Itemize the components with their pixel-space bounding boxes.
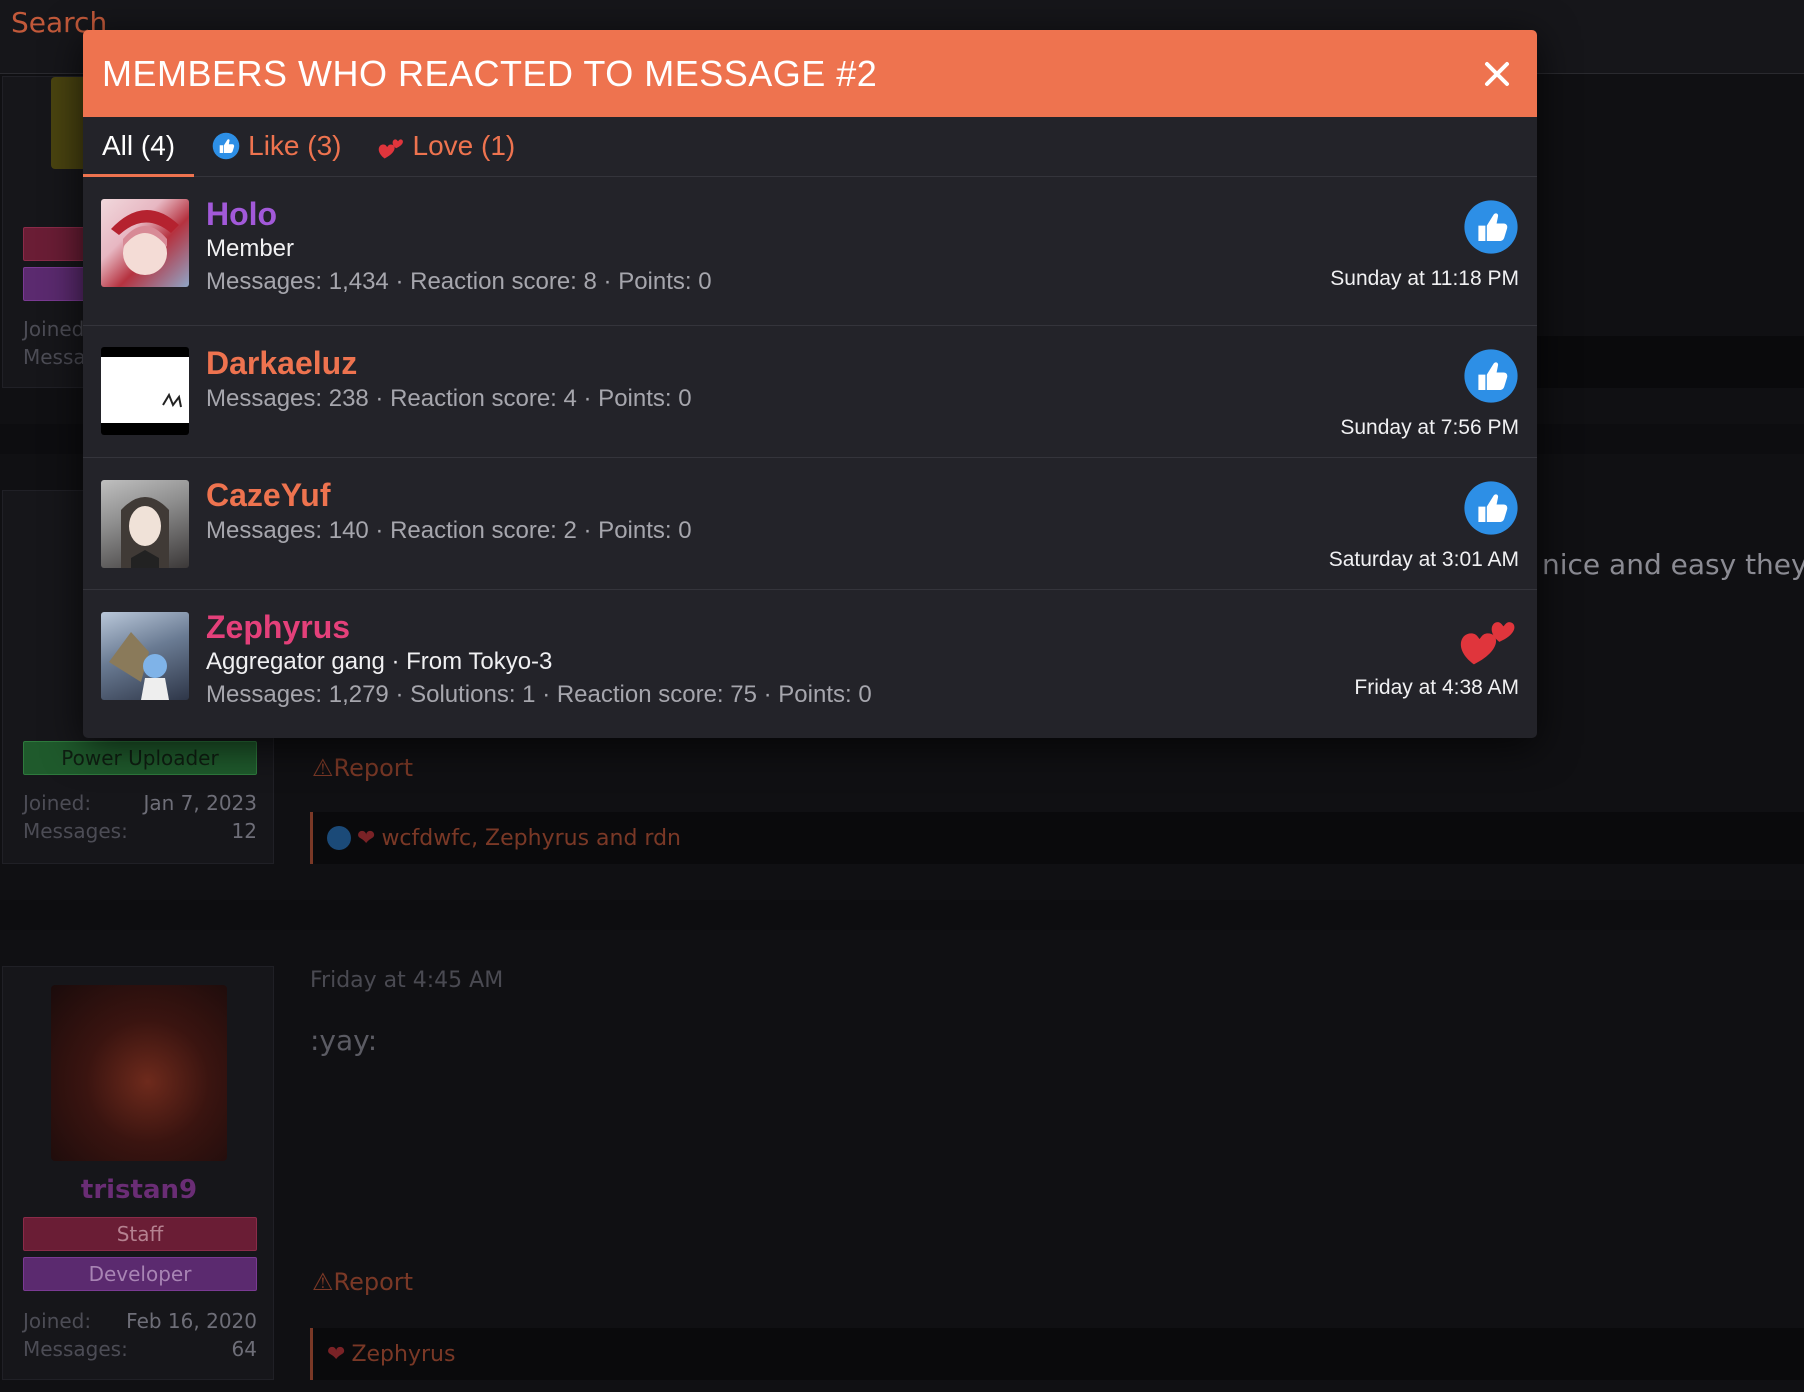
user-meta: Joined: Jan 7, 2023 Messages: 12	[23, 791, 257, 843]
reactions-summary[interactable]: ❤ wcfdwfc, Zephyrus and rdn	[310, 812, 1804, 864]
list-item: Zephyrus Aggregator gang · From Tokyo-3 …	[83, 590, 1537, 738]
love-icon: ❤	[327, 1341, 346, 1367]
modal-title: MEMBERS WHO REACTED TO MESSAGE #2	[102, 52, 878, 94]
post-timestamp[interactable]: Friday at 4:45 AM	[310, 968, 503, 993]
list-item: Holo Member Messages: 1,434 · Reaction s…	[83, 177, 1537, 326]
tab-love[interactable]: Love (1)	[361, 116, 535, 176]
warning-icon: ⚠	[312, 754, 334, 782]
member-info: CazeYuf Messages: 140 · Reaction score: …	[206, 476, 692, 548]
like-icon	[1463, 348, 1519, 408]
close-icon[interactable]	[1477, 54, 1517, 94]
report-link[interactable]: ⚠Report	[312, 1268, 413, 1296]
tab-label: Like (3)	[248, 130, 342, 161]
user-stats: Messages: 1,434 · Reaction score: 8 · Po…	[206, 268, 712, 295]
avatar[interactable]	[101, 612, 189, 700]
member-list: Holo Member Messages: 1,434 · Reaction s…	[83, 177, 1537, 738]
avatar[interactable]	[101, 480, 189, 568]
username[interactable]: CazeYuf	[206, 476, 692, 514]
username[interactable]: Holo	[206, 195, 712, 233]
avatar[interactable]	[51, 985, 227, 1161]
user-meta: Joined: Feb 16, 2020 Messages: 64	[23, 1309, 257, 1361]
reaction-info: Friday at 4:38 AM	[1354, 610, 1519, 700]
username[interactable]: Darkaeluz	[206, 344, 692, 382]
reaction-info: Sunday at 7:56 PM	[1340, 348, 1519, 440]
badge-developer: Developer	[23, 1257, 257, 1291]
tab-label: Love (1)	[412, 130, 516, 161]
tab-all[interactable]: All (4)	[83, 116, 195, 177]
list-item: CazeYuf Messages: 140 · Reaction score: …	[83, 458, 1537, 590]
love-icon	[1457, 610, 1519, 672]
reactions-summary[interactable]: ❤ Zephyrus	[310, 1328, 1804, 1380]
like-icon	[212, 132, 240, 160]
modal-header: MEMBERS WHO REACTED TO MESSAGE #2	[83, 30, 1537, 117]
divider	[0, 900, 1804, 930]
member-info: Darkaeluz Messages: 238 · Reaction score…	[206, 344, 692, 416]
user-stats: Messages: 140 · Reaction score: 2 · Poin…	[206, 517, 692, 544]
tab-label: All (4)	[102, 130, 176, 161]
reaction-tabs: All (4) Like (3) Love (1)	[83, 117, 1537, 177]
badge-staff: Staff	[23, 1217, 257, 1251]
user-title: Member	[206, 235, 295, 262]
reaction-time[interactable]: Saturday at 3:01 AM	[1329, 548, 1519, 572]
reaction-time[interactable]: Sunday at 7:56 PM	[1340, 416, 1519, 440]
username[interactable]: tristan9	[3, 1175, 275, 1205]
username[interactable]: Zephyrus	[206, 608, 872, 646]
report-link[interactable]: ⚠Report	[312, 754, 413, 782]
user-stats: Messages: 1,279 · Solutions: 1 · Reactio…	[206, 681, 872, 708]
member-info: Holo Member Messages: 1,434 · Reaction s…	[206, 195, 712, 299]
reactions-modal: MEMBERS WHO REACTED TO MESSAGE #2 All (4…	[83, 30, 1537, 738]
warning-icon: ⚠	[312, 1268, 334, 1296]
love-icon: ❤	[357, 825, 376, 851]
post-3-user-column: tristan9 Staff Developer Joined: Feb 16, …	[2, 966, 274, 1380]
love-icon	[377, 132, 405, 160]
post-body-text: :yay:	[310, 1024, 378, 1057]
like-icon	[1463, 480, 1519, 540]
tab-like[interactable]: Like (3)	[194, 116, 360, 176]
reaction-time[interactable]: Friday at 4:38 AM	[1354, 676, 1519, 700]
like-icon	[1463, 199, 1519, 259]
user-stats: Messages: 238 · Reaction score: 4 · Poin…	[206, 385, 692, 412]
post-body-text: nice and easy they w	[1542, 548, 1804, 581]
badge-power-uploader: Power Uploader	[23, 741, 257, 775]
like-icon	[327, 826, 351, 850]
reaction-info: Saturday at 3:01 AM	[1329, 480, 1519, 572]
reaction-time[interactable]: Sunday at 11:18 PM	[1330, 267, 1519, 291]
avatar[interactable]	[101, 347, 189, 435]
reaction-info: Sunday at 11:18 PM	[1330, 199, 1519, 291]
user-title: Aggregator gang · From Tokyo-3	[206, 648, 553, 675]
member-info: Zephyrus Aggregator gang · From Tokyo-3 …	[206, 608, 872, 712]
list-item: Darkaeluz Messages: 238 · Reaction score…	[83, 326, 1537, 458]
avatar[interactable]	[101, 199, 189, 287]
